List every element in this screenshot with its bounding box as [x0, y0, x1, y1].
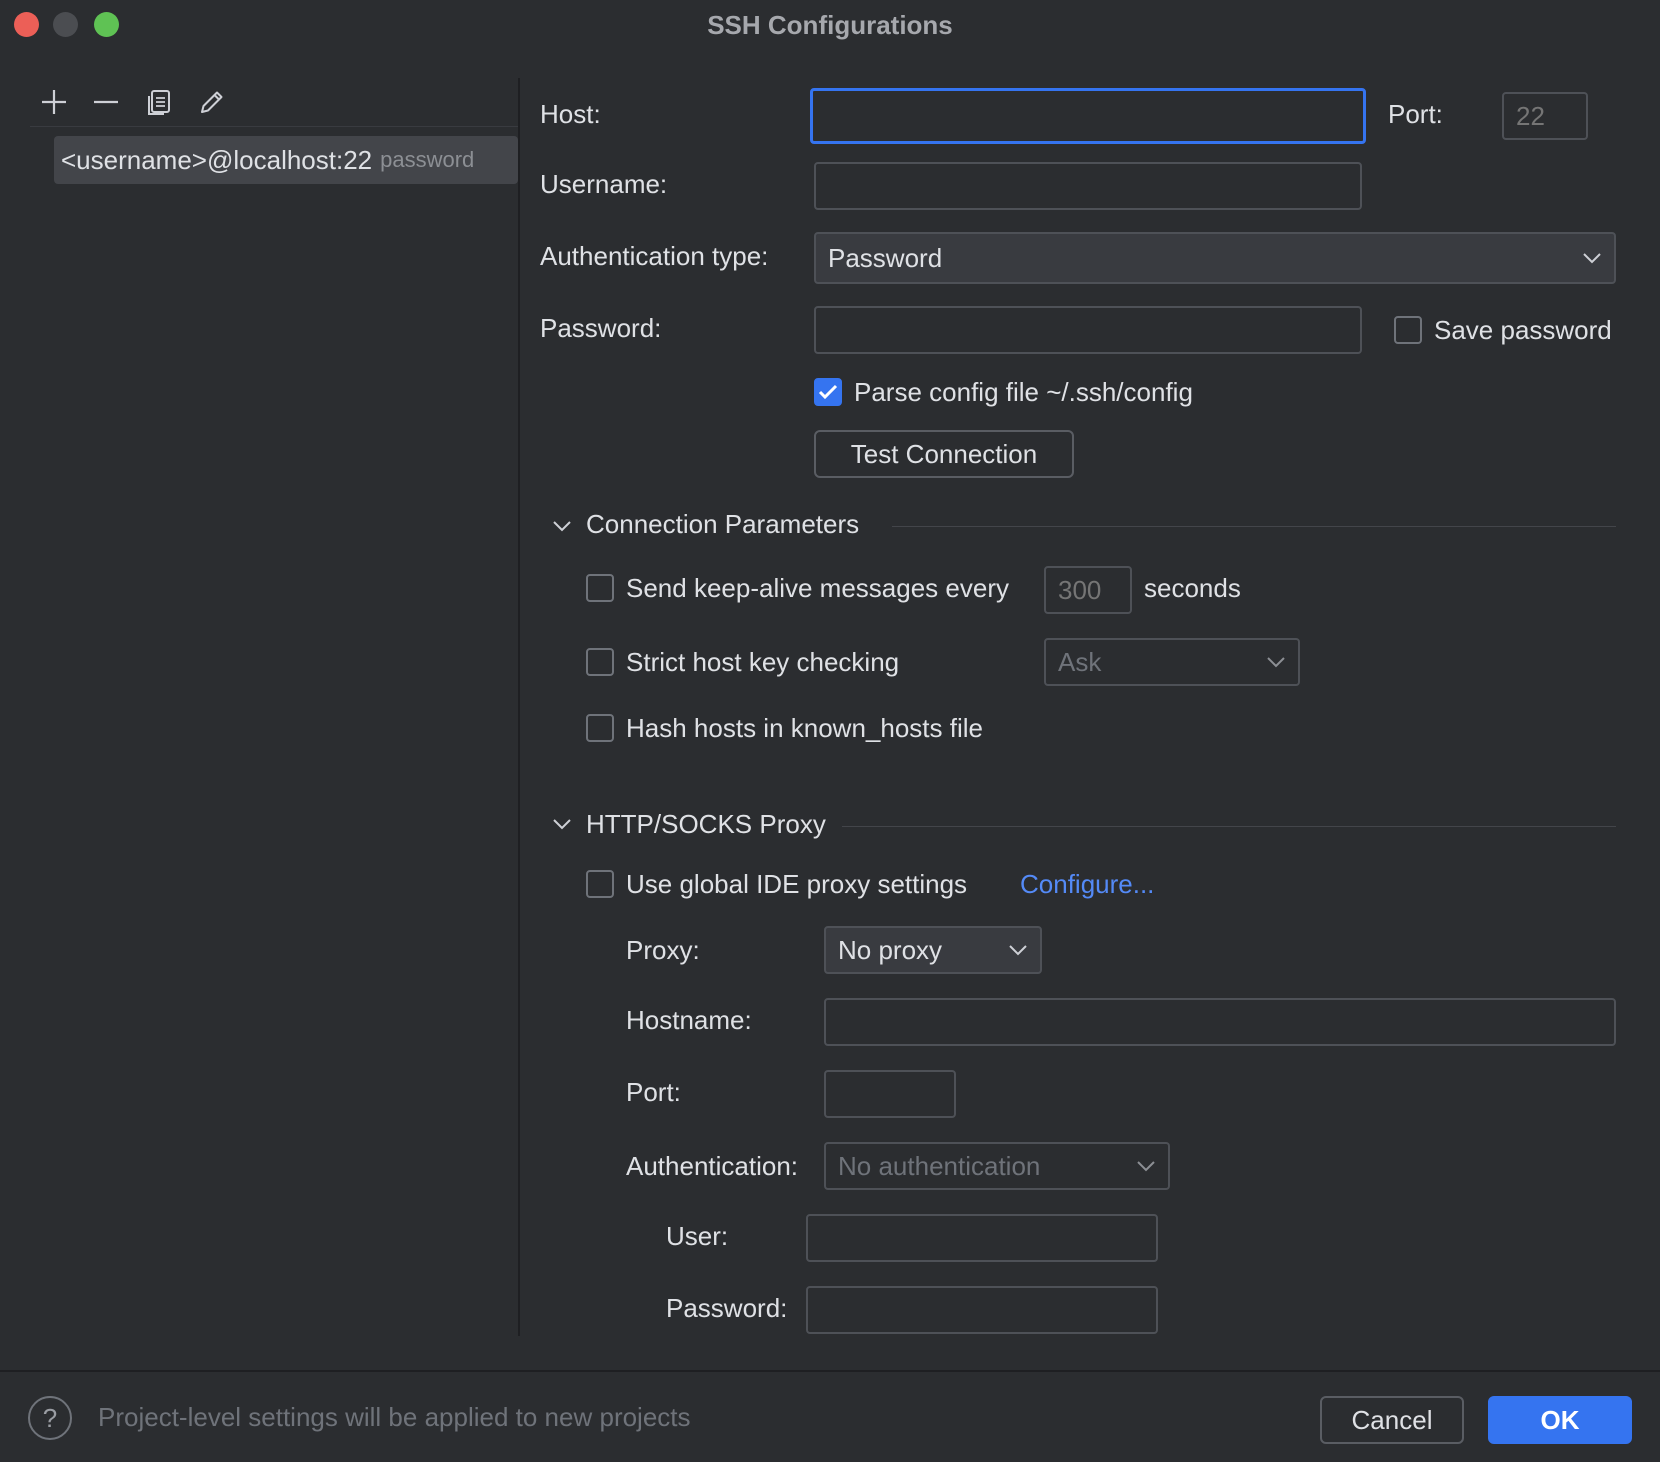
username-label: Username: — [540, 169, 668, 199]
use-global-proxy-label: Use global IDE proxy settings — [626, 869, 968, 899]
chevron-down-icon[interactable] — [550, 514, 574, 538]
checkmark-icon — [818, 384, 838, 400]
strict-host-label: Strict host key checking — [626, 647, 900, 677]
section-divider — [842, 826, 1616, 827]
connection-parameters-header[interactable]: Connection Parameters — [586, 508, 859, 540]
test-connection-button[interactable]: Test Connection — [814, 430, 1074, 478]
proxy-port-input[interactable] — [824, 1070, 956, 1118]
keepalive-label: Send keep-alive messages every — [626, 573, 1009, 603]
chevron-down-icon — [1124, 1160, 1168, 1172]
strict-host-checkbox[interactable] — [586, 648, 614, 676]
hash-hosts-checkbox[interactable] — [586, 714, 614, 742]
host-input[interactable] — [810, 88, 1366, 144]
config-list-item[interactable]: <username>@localhost:22 password — [54, 136, 518, 184]
proxy-authentication-label: Authentication: — [626, 1151, 799, 1181]
auth-type-label: Authentication type: — [540, 241, 769, 271]
proxy-authentication-value: No authentication — [838, 1150, 1041, 1181]
strict-host-select[interactable]: Ask — [1044, 638, 1300, 686]
save-password-checkbox[interactable] — [1394, 316, 1422, 344]
window-title: SSH Configurations — [707, 10, 953, 40]
configure-proxy-link[interactable]: Configure... — [1020, 868, 1154, 900]
help-icon[interactable]: ? — [28, 1396, 72, 1440]
keepalive-interval-input[interactable] — [1044, 566, 1132, 614]
host-label: Host: — [540, 99, 601, 129]
password-label: Password: — [540, 313, 662, 343]
proxy-type-select[interactable]: No proxy — [824, 926, 1042, 974]
keepalive-unit-label: seconds — [1144, 573, 1241, 603]
panel-splitter[interactable] — [518, 78, 520, 1336]
cancel-button[interactable]: Cancel — [1320, 1396, 1464, 1444]
proxy-user-label: User: — [666, 1221, 729, 1251]
config-item-auth: password — [380, 147, 475, 172]
password-input[interactable] — [814, 306, 1362, 354]
keepalive-checkbox[interactable] — [586, 574, 614, 602]
port-label: Port: — [1388, 99, 1443, 129]
proxy-section-header[interactable]: HTTP/SOCKS Proxy — [586, 808, 826, 840]
parse-config-checkbox[interactable] — [814, 378, 842, 406]
use-global-proxy-checkbox[interactable] — [586, 870, 614, 898]
proxy-hostname-input[interactable] — [824, 998, 1616, 1046]
auth-type-select[interactable]: Password — [814, 232, 1616, 284]
chevron-down-icon — [1254, 656, 1298, 668]
ssh-configurations-dialog: SSH Configurations <username>@localhost:… — [0, 0, 1660, 1462]
proxy-password-label: Password: — [666, 1293, 788, 1323]
edit-icon[interactable] — [196, 86, 228, 118]
port-input[interactable] — [1502, 92, 1588, 140]
section-divider — [892, 526, 1616, 527]
proxy-port-label: Port: — [626, 1077, 681, 1107]
toolbar-divider — [30, 126, 518, 127]
hash-hosts-label: Hash hosts in known_hosts file — [626, 713, 983, 743]
add-icon[interactable] — [38, 86, 70, 118]
proxy-hostname-label: Hostname: — [626, 1005, 752, 1035]
copy-icon[interactable] — [143, 86, 175, 118]
proxy-authentication-select[interactable]: No authentication — [824, 1142, 1170, 1190]
proxy-type-value: No proxy — [838, 934, 943, 965]
auth-type-value: Password — [828, 242, 943, 273]
footer-divider — [0, 1370, 1660, 1372]
chevron-down-icon[interactable] — [550, 812, 574, 836]
ok-button[interactable]: OK — [1488, 1396, 1632, 1444]
footer-note: Project-level settings will be applied t… — [98, 1402, 691, 1432]
strict-host-value: Ask — [1058, 646, 1102, 677]
username-input[interactable] — [814, 162, 1362, 210]
chevron-down-icon — [1570, 252, 1614, 264]
proxy-user-input[interactable] — [806, 1214, 1158, 1262]
chevron-down-icon — [996, 944, 1040, 956]
save-password-label: Save password — [1434, 315, 1612, 345]
parse-config-label: Parse config file ~/.ssh/config — [854, 377, 1193, 407]
title-bar: SSH Configurations — [0, 0, 1660, 52]
proxy-password-input[interactable] — [806, 1286, 1158, 1334]
remove-icon[interactable] — [90, 86, 122, 118]
proxy-type-label: Proxy: — [626, 935, 700, 965]
config-item-label: <username>@localhost:22 — [61, 144, 373, 175]
